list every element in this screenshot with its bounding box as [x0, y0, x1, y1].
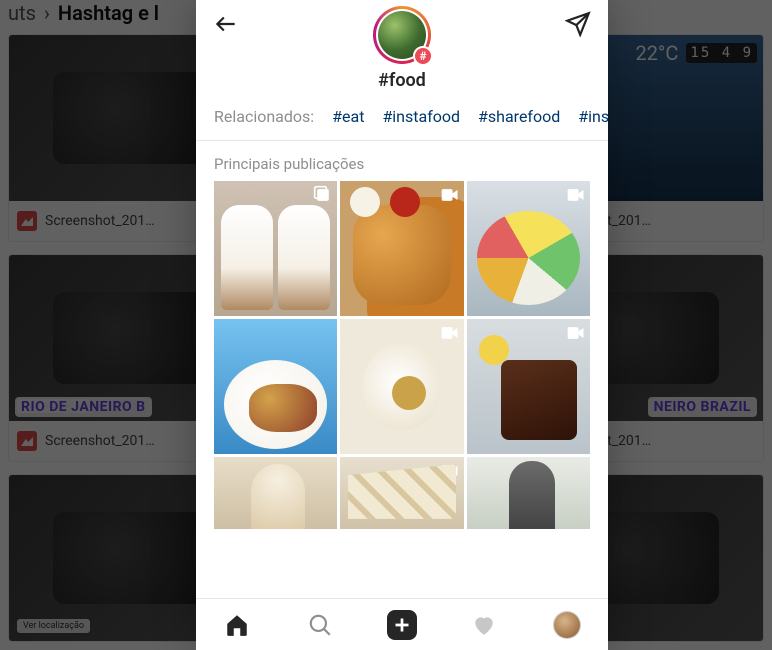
breadcrumb-current: Hashtag e l: [58, 1, 159, 25]
post-fitness[interactable]: [467, 457, 590, 529]
post-nuggets[interactable]: [340, 181, 463, 316]
post-chocolate[interactable]: [467, 319, 590, 454]
nav-activity[interactable]: [469, 610, 499, 640]
video-icon: [566, 323, 586, 343]
share-button[interactable]: [564, 10, 592, 38]
related-tag-more[interactable]: #inst: [578, 107, 608, 126]
hashtag-avatar[interactable]: #: [373, 6, 431, 64]
search-icon: [307, 612, 333, 638]
post-pastry[interactable]: [340, 457, 463, 529]
hashtag-title: #food: [378, 70, 426, 91]
bg-weather-temp: 22°C: [635, 41, 678, 65]
posts-grid: [196, 181, 608, 598]
breadcrumb-prev: uts: [8, 1, 36, 25]
bg-clock: 15 4 9: [686, 43, 757, 63]
post-charcuterie[interactable]: [214, 319, 337, 454]
image-file-icon: [17, 431, 37, 451]
bg-rio-overlay: NEIRO BRAZIL: [648, 397, 757, 417]
hash-badge-icon: #: [413, 46, 433, 66]
home-icon: [224, 612, 250, 638]
section-title: Principais publicações: [196, 141, 608, 181]
bg-rio-overlay: RIO DE JANEIRO B: [15, 397, 152, 417]
related-label: Relacionados:: [214, 107, 314, 126]
nav-home[interactable]: [222, 610, 252, 640]
nav-search[interactable]: [305, 610, 335, 640]
hashtag-panel: # #food Relacionados: #eat #instafood #s…: [196, 0, 608, 650]
heart-icon: [471, 612, 497, 638]
post-palette[interactable]: [467, 181, 590, 316]
related-tag-sharefood[interactable]: #sharefood: [478, 107, 560, 126]
video-icon: [440, 185, 460, 205]
carousel-icon: [313, 185, 333, 205]
post-girls[interactable]: [214, 181, 337, 316]
related-tag-instafood[interactable]: #instafood: [382, 107, 460, 126]
post-dough[interactable]: [340, 319, 463, 454]
related-tag-eat[interactable]: #eat: [332, 107, 364, 126]
back-button[interactable]: [212, 10, 240, 38]
paper-plane-icon: [565, 11, 591, 37]
bg-location-chip: Ver localização: [17, 619, 90, 633]
nav-profile[interactable]: [552, 610, 582, 640]
avatar-icon: [554, 612, 580, 638]
related-hashtags: Relacionados: #eat #instafood #sharefood…: [196, 91, 608, 141]
video-icon: [440, 461, 460, 481]
nav-add[interactable]: [387, 610, 417, 640]
hashtag-header: # #food: [373, 6, 431, 91]
video-icon: [566, 185, 586, 205]
plus-icon: [389, 612, 415, 638]
breadcrumb-sep: ›: [44, 1, 50, 25]
bottom-nav: [196, 598, 608, 650]
video-icon: [440, 323, 460, 343]
post-icecream[interactable]: [214, 457, 337, 529]
arrow-left-icon: [213, 11, 239, 37]
image-file-icon: [17, 211, 37, 231]
